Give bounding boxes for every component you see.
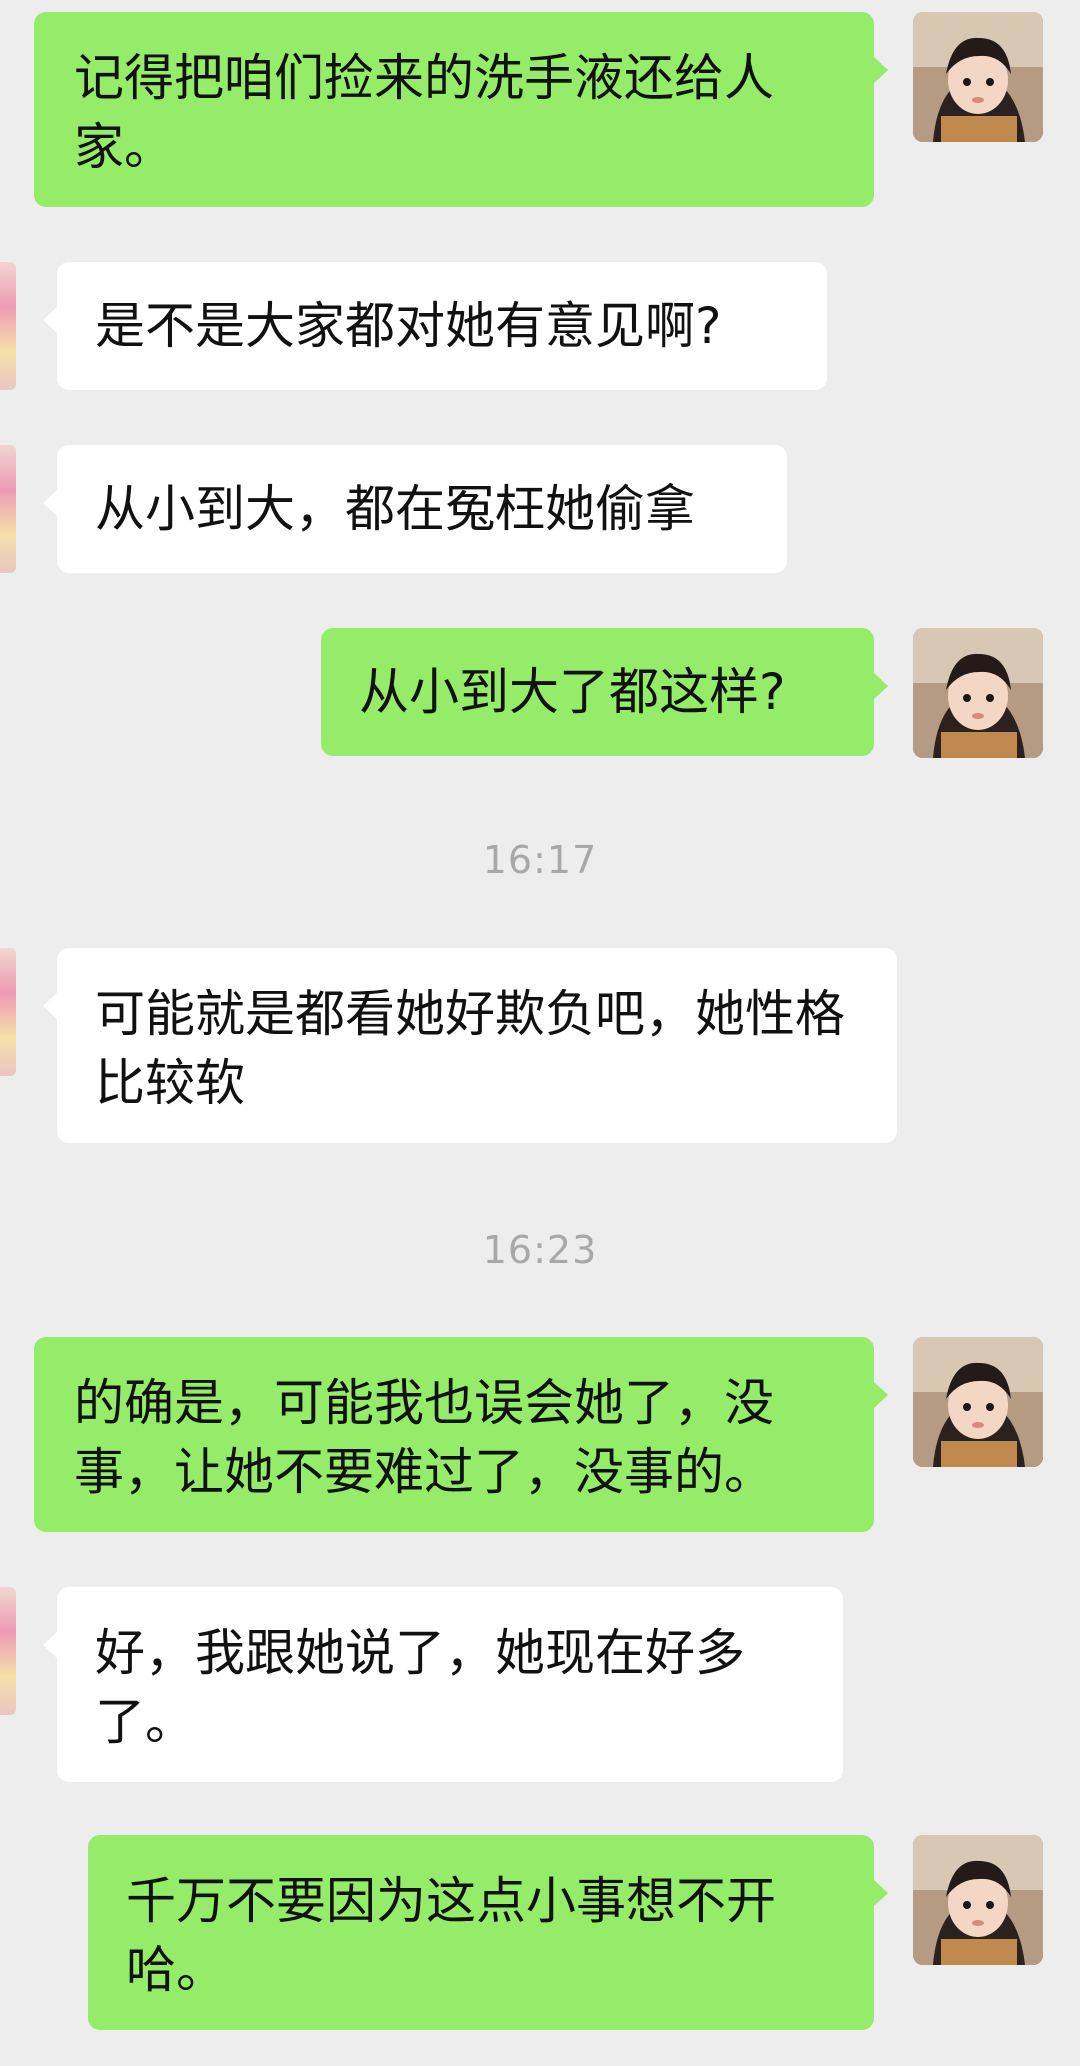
my-avatar[interactable]	[913, 1835, 1043, 1965]
message-text: 从小到大了都这样?	[359, 663, 786, 721]
incoming-message-bubble[interactable]: 从小到大，都在冤枉她偷拿	[43, 445, 787, 573]
my-avatar[interactable]	[913, 1337, 1043, 1467]
peer-avatar[interactable]	[0, 262, 16, 390]
child-portrait-image	[913, 1337, 1043, 1467]
peer-avatar[interactable]	[0, 1587, 16, 1715]
outgoing-message-bubble[interactable]: 从小到大了都这样?	[321, 628, 888, 756]
message-text: 是不是大家都对她有意见啊?	[95, 297, 722, 355]
chat-thread[interactable]: 记得把咱们捡来的洗手液还给人家。 是不是大家都对她有意见啊? 从小到大，都在冤枉…	[0, 0, 1080, 2066]
child-portrait-image	[913, 12, 1043, 142]
timestamp: 16:23	[482, 1228, 598, 1272]
outgoing-message-bubble[interactable]: 记得把咱们捡来的洗手液还给人家。	[34, 12, 888, 207]
peer-avatar[interactable]	[0, 948, 16, 1076]
timestamp: 16:17	[482, 838, 598, 882]
incoming-message-bubble[interactable]: 是不是大家都对她有意见啊?	[43, 262, 827, 390]
child-portrait-image	[913, 1835, 1043, 1965]
my-avatar[interactable]	[913, 12, 1043, 142]
child-portrait-image	[913, 628, 1043, 758]
incoming-message-bubble[interactable]: 好，我跟她说了，她现在好多了。	[43, 1587, 843, 1782]
message-text: 的确是，可能我也误会她了，没事，让她不要难过了，没事的。	[74, 1374, 774, 1501]
my-avatar[interactable]	[913, 628, 1043, 758]
outgoing-message-bubble[interactable]: 千万不要因为这点小事想不开哈。	[88, 1835, 888, 2030]
outgoing-message-bubble[interactable]: 的确是，可能我也误会她了，没事，让她不要难过了，没事的。	[34, 1337, 888, 1532]
message-text: 记得把咱们捡来的洗手液还给人家。	[74, 49, 774, 176]
message-text: 从小到大，都在冤枉她偷拿	[95, 480, 695, 538]
message-text: 好，我跟她说了，她现在好多了。	[95, 1624, 745, 1751]
peer-avatar[interactable]	[0, 445, 16, 573]
message-text: 千万不要因为这点小事想不开哈。	[126, 1872, 776, 1999]
incoming-message-bubble[interactable]: 可能就是都看她好欺负吧，她性格比较软	[43, 948, 897, 1143]
message-text: 可能就是都看她好欺负吧，她性格比较软	[95, 985, 845, 1112]
